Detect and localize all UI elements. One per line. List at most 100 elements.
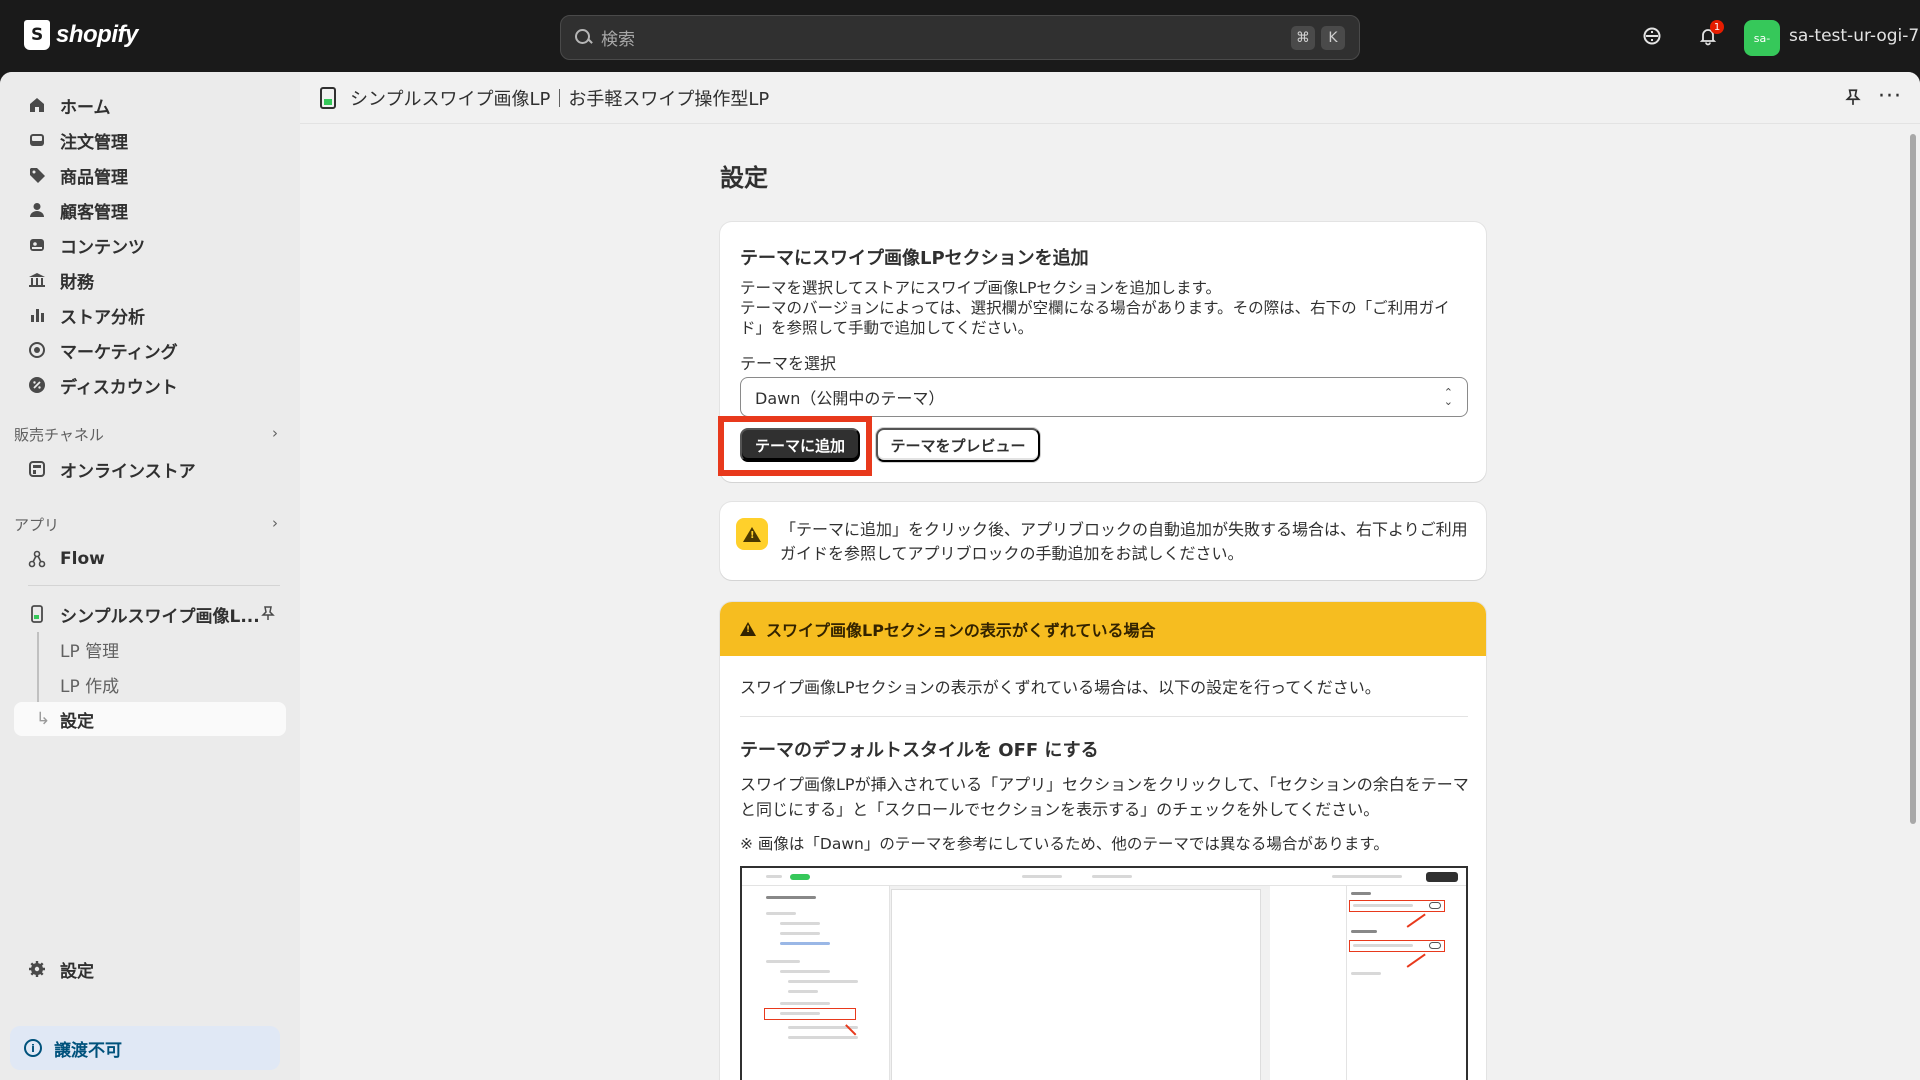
card-heading: テーマにスワイプ画像LPセクションを追加 [740,248,1089,269]
warning-message: 「テーマに追加」をクリック後、アプリブロックの自動追加が失敗する場合は、右下より… [780,520,1468,563]
flow-icon [28,550,46,568]
sidebar-item-swipe-app[interactable]: シンプルスワイプ画像L... [14,597,286,631]
description-line: テーマを選択してストアにスワイプ画像LPセクションを追加します。 [740,279,1221,297]
app-icon [320,86,336,109]
divider [740,716,1468,717]
sidebar-item-label: 設定 [60,961,94,982]
gear-icon [28,960,46,978]
card-intro: スワイプ画像LPセクションの表示がくずれている場合は、以下の設定を行ってください… [740,678,1381,697]
editor-right-panel [1346,886,1466,1080]
sales-channels-section[interactable]: 販売チャネル › [14,424,286,445]
search-icon [575,28,593,47]
main-content: シンプルスワイプ画像LP｜お手軽スワイプ操作型LP ··· 設定 テーマにスワイ… [300,72,1920,1080]
tag-icon [28,166,46,184]
bank-icon [28,271,46,289]
app-header-title: シンプルスワイプ画像LP｜お手軽スワイプ操作型LP [350,88,770,110]
notifications-bell-icon[interactable]: 1 [1694,20,1724,50]
sidebar-item-settings[interactable]: 設定 [14,952,286,986]
pin-icon[interactable] [1844,88,1862,111]
tree-branch-icon: ↳ [36,709,51,729]
editor-canvas [892,890,1260,1080]
app-icon [28,605,46,623]
sidebar-item-label: Flow [60,549,105,569]
sidebar-item-label: ホーム [60,97,111,118]
target-icon [28,341,46,359]
chevron-right-icon: › [272,424,278,442]
sidebar-item-label: シンプルスワイプ画像L... [60,606,260,627]
shortcut-k-key: K [1321,25,1345,50]
editor-left-panel [742,886,890,1080]
sidebar: ホーム 注文管理 商品管理 顧客管理 コンテンツ 財務 ストア分析 マーケティン… [0,72,300,1080]
sidebar-item-customers[interactable]: 顧客管理 [14,193,286,227]
scrollbar[interactable] [1910,134,1916,824]
sidebar-item-analytics[interactable]: ストア分析 [14,298,286,332]
editor-toolbar [742,868,1466,886]
sidebar-item-label: 商品管理 [60,167,128,188]
sidebar-item-finance[interactable]: 財務 [14,263,286,297]
sidebar-item-discounts[interactable]: ディスカウント [14,368,286,402]
card-paragraph: スワイプ画像LPが挿入されている「アプリ」セクションをクリックして、「セクション… [740,775,1469,819]
non-transferable-notice[interactable]: i 譲渡不可 [10,1026,280,1070]
top-bar: shopify 検索 ⌘ K 1 sa- sa-test-ur-ogi-7 [0,0,1920,72]
sidebar-item-marketing[interactable]: マーケティング [14,333,286,367]
notification-badge: 1 [1710,20,1724,34]
sales-channels-label: 販売チャネル [14,426,104,444]
theme-select-label: テーマを選択 [740,354,837,373]
sidebar-item-label: コンテンツ [60,237,145,258]
add-section-card: テーマにスワイプ画像LPセクションを追加 テーマを選択してストアにスワイプ画像L… [718,222,1486,482]
sidebar-item-home[interactable]: ホーム [14,88,286,122]
logo-text: shopify [56,21,138,48]
card-warning-header: スワイプ画像LPセクションの表示がくずれている場合 [720,602,1486,656]
more-actions-icon[interactable]: ··· [1878,84,1902,109]
discount-icon [28,376,46,394]
sidebar-item-orders[interactable]: 注文管理 [14,123,286,157]
card-description: テーマを選択してストアにスワイプ画像LPセクションを追加します。 テーマのバージ… [740,278,1470,338]
sidebar-item-label: ストア分析 [60,307,145,328]
sidebar-item-label: 顧客管理 [60,202,128,223]
display-fix-card: スワイプ画像LPセクションの表示がくずれている場合 スワイプ画像LPセクションの… [720,602,1486,1080]
shopify-logo[interactable]: shopify [24,20,138,50]
card-warning-title: スワイプ画像LPセクションの表示がくずれている場合 [766,621,1156,640]
pin-icon[interactable] [260,605,276,626]
content-icon [28,236,46,254]
app-header: シンプルスワイプ画像LP｜お手軽スワイプ操作型LP ··· [300,72,1920,124]
page-title: 設定 [720,164,768,192]
theme-editor-screenshot [740,866,1468,1080]
search-placeholder: 検索 [601,30,635,50]
sidebar-subitem-settings[interactable]: ↳ 設定 [14,702,286,736]
chevron-right-icon: › [272,514,278,532]
sidebar-subitem-lp-create[interactable]: LP 作成 [14,667,286,701]
theme-select[interactable]: Dawn（公開中のテーマ） ⌃ ⌄ [740,377,1468,417]
sidebar-item-label: 注文管理 [60,132,128,153]
store-icon [28,460,46,478]
sidebar-subitem-label: 設定 [60,711,94,732]
shortcut-cmd-key: ⌘ [1291,25,1315,50]
sidebar-item-label: ディスカウント [60,377,178,398]
info-icon: i [24,1039,42,1057]
warning-icon [740,622,756,636]
store-name[interactable]: sa-test-ur-ogi-7 [1789,26,1919,46]
sidebar-item-label: 財務 [60,272,94,293]
chart-icon [28,306,46,324]
sidebar-item-products[interactable]: 商品管理 [14,158,286,192]
theme-select-value: Dawn（公開中のテーマ） [755,389,945,408]
select-chevron-icon: ⌃ ⌄ [1443,386,1453,408]
sidebar-item-content[interactable]: コンテンツ [14,228,286,262]
description-line: テーマのバージョンによっては、選択欄が空欄になる場合があります。その際は、右下の… [740,299,1450,337]
avatar[interactable]: sa- [1744,20,1780,56]
add-to-theme-button[interactable]: テーマに追加 [740,428,860,462]
card-note: ※ 画像は「Dawn」のテーマを参考にしているため、他のテーマでは異なる場合があ… [740,835,1389,853]
sidebar-subitem-lp-manage[interactable]: LP 管理 [14,632,286,666]
search-bar[interactable]: 検索 ⌘ K [560,15,1360,60]
admin-frame: ホーム 注文管理 商品管理 顧客管理 コンテンツ 財務 ストア分析 マーケティン… [0,72,1920,1080]
divider [28,585,280,586]
warning-card: 「テーマに追加」をクリック後、アプリブロックの自動追加が失敗する場合は、右下より… [720,502,1486,580]
preview-theme-button[interactable]: テーマをプレビュー [876,428,1040,462]
notice-label: 譲渡不可 [54,1040,122,1061]
apps-section[interactable]: アプリ › [14,514,286,535]
sidebar-item-flow[interactable]: Flow [14,542,286,576]
person-icon [28,201,46,219]
sidekick-icon[interactable] [1638,22,1666,50]
sidebar-item-online-store[interactable]: オンラインストア [14,452,286,486]
shopify-bag-icon [24,20,50,50]
